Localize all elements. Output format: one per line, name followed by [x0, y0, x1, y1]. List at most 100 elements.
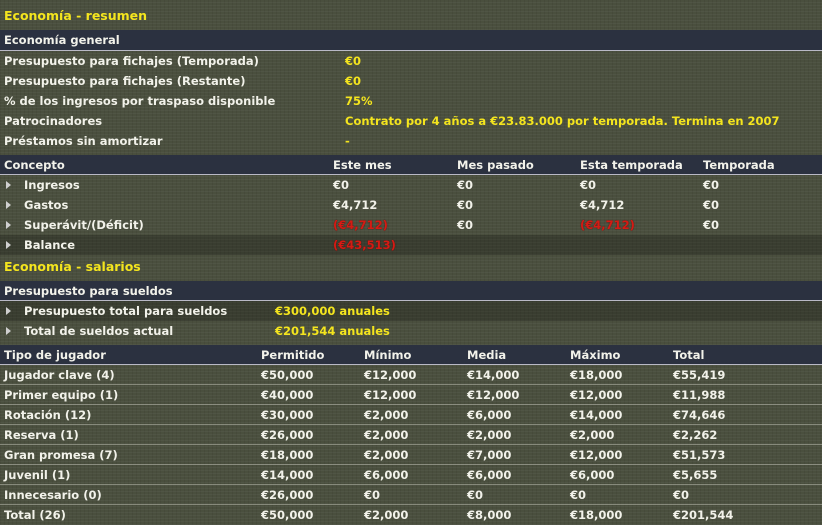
player-cell: €2,000: [467, 428, 512, 442]
concept-cell: €0: [580, 178, 597, 192]
general-row-value: -: [345, 134, 350, 148]
concept-label: Balance: [24, 238, 76, 252]
player-row: Primer equipo (1) €40,000 €12,000 €12,00…: [0, 385, 822, 405]
expand-arrow-icon[interactable]: [6, 201, 11, 209]
expand-arrow-icon[interactable]: [6, 241, 11, 249]
general-row: Presupuesto para fichajes (Restante) €0: [0, 71, 822, 91]
player-cell: €7,000: [467, 448, 512, 462]
player-cell: €6,000: [467, 408, 512, 422]
general-row-label: % de los ingresos por traspaso disponibl…: [4, 94, 276, 108]
general-row: Préstamos sin amortizar -: [0, 131, 822, 151]
player-type: Innecesario (0): [4, 488, 102, 502]
player-cell: €2,000: [364, 408, 409, 422]
player-cell: €26,000: [261, 488, 314, 502]
general-row-label: Préstamos sin amortizar: [4, 134, 163, 148]
col-header-min: Mínimo: [364, 348, 412, 362]
player-cell: €12,000: [364, 368, 417, 382]
economy-salaries-title: Economía - salarios: [4, 258, 141, 274]
player-cell: €6,000: [570, 468, 615, 482]
expand-arrow-icon[interactable]: [6, 181, 11, 189]
general-row: % de los ingresos por traspaso disponibl…: [0, 91, 822, 111]
player-type: Primer equipo (1): [4, 388, 119, 402]
player-cell: €12,000: [364, 388, 417, 402]
col-header-this-month: Este mes: [333, 158, 392, 172]
concept-row-superavit[interactable]: Superávit/(Déficit) (€4,712) €0 (€4,712)…: [0, 215, 822, 235]
concept-cell-negative: (€4,712): [333, 218, 388, 232]
col-header-allowed: Permitido: [261, 348, 325, 362]
budget-row-total[interactable]: Presupuesto total para sueldos €300,000 …: [0, 301, 822, 321]
general-row-label: Presupuesto para fichajes (Restante): [4, 74, 246, 88]
player-row: Jugador clave (4) €50,000 €12,000 €14,00…: [0, 365, 822, 385]
general-row-value: 75%: [345, 94, 373, 108]
player-cell: €55,419: [673, 368, 726, 382]
expand-arrow-icon[interactable]: [6, 221, 11, 229]
player-cell: €30,000: [261, 408, 314, 422]
concept-label: Ingresos: [24, 178, 80, 192]
player-cell: €2,000: [364, 448, 409, 462]
concept-cell: €4,712: [580, 198, 625, 212]
col-header-total: Total: [673, 348, 705, 362]
budget-row-current[interactable]: Total de sueldos actual €201,544 anuales: [0, 321, 822, 341]
balance-value: (€43,513): [333, 238, 396, 252]
concept-cell: €0: [457, 198, 474, 212]
salary-budget-label: Presupuesto para sueldos: [4, 284, 173, 298]
player-type: Reserva (1): [4, 428, 79, 442]
player-type: Gran promesa (7): [4, 448, 118, 462]
concept-row-balance[interactable]: Balance (€43,513): [0, 235, 822, 255]
concept-row-gastos[interactable]: Gastos €4,712 €0 €4,712 €0: [0, 195, 822, 215]
general-row-value: €0: [345, 74, 362, 88]
col-header-concept: Concepto: [4, 158, 65, 172]
player-cell: €2,000: [364, 508, 409, 522]
player-row: Innecesario (0) €26,000 €0 €0 €0 €0: [0, 485, 822, 505]
player-cell: €5,655: [673, 468, 718, 482]
player-cell: €11,988: [673, 388, 726, 402]
col-header-season: Temporada: [703, 158, 775, 172]
concept-row-ingresos[interactable]: Ingresos €0 €0 €0 €0: [0, 175, 822, 195]
player-cell: €18,000: [261, 448, 314, 462]
player-cell: €201,544: [673, 508, 734, 522]
player-cell: €6,000: [467, 468, 512, 482]
general-row-label: Patrocinadores: [4, 114, 103, 128]
players-table-header: Tipo de jugador Permitido Mínimo Media M…: [0, 345, 822, 365]
economy-summary-title: Economía - resumen: [4, 7, 148, 23]
col-header-last-month: Mes pasado: [457, 158, 534, 172]
player-cell: €50,000: [261, 368, 314, 382]
concept-cell: €0: [703, 218, 720, 232]
expand-arrow-icon[interactable]: [6, 327, 11, 335]
player-row: Rotación (12) €30,000 €2,000 €6,000 €14,…: [0, 405, 822, 425]
general-row: Presupuesto para fichajes (Temporada) €0: [0, 51, 822, 71]
general-row: Patrocinadores Contrato por 4 años a €23…: [0, 111, 822, 131]
budget-value: €201,544 anuales: [275, 324, 390, 338]
player-cell: €0: [570, 488, 587, 502]
player-cell: €14,000: [261, 468, 314, 482]
general-row-value: €0: [345, 54, 362, 68]
concept-cell-negative: (€4,712): [580, 218, 635, 232]
player-cell: €50,000: [261, 508, 314, 522]
concept-table-header: Concepto Este mes Mes pasado Esta tempor…: [0, 155, 822, 175]
expand-arrow-icon[interactable]: [6, 307, 11, 315]
player-cell: €2,000: [570, 428, 615, 442]
general-row-label: Presupuesto para fichajes (Temporada): [4, 54, 259, 68]
player-cell: €6,000: [364, 468, 409, 482]
concept-cell: €0: [457, 218, 474, 232]
player-type: Total (26): [4, 508, 66, 522]
concept-label: Gastos: [24, 198, 69, 212]
col-header-this-season: Esta temporada: [580, 158, 683, 172]
concept-cell: €0: [703, 198, 720, 212]
player-cell: €12,000: [570, 388, 623, 402]
player-row: Juvenil (1) €14,000 €6,000 €6,000 €6,000…: [0, 465, 822, 485]
col-header-avg: Media: [467, 348, 507, 362]
col-header-max: Máximo: [570, 348, 621, 362]
player-cell: €74,646: [673, 408, 726, 422]
player-cell: €26,000: [261, 428, 314, 442]
salary-budget-header: Presupuesto para sueldos: [0, 281, 822, 301]
player-cell: €8,000: [467, 508, 512, 522]
player-type: Juvenil (1): [4, 468, 71, 482]
player-cell: €0: [364, 488, 381, 502]
player-cell: €18,000: [570, 368, 623, 382]
general-economy-label: Economía general: [4, 33, 120, 47]
player-cell: €0: [673, 488, 690, 502]
concept-label: Superávit/(Déficit): [24, 218, 144, 232]
player-row: Gran promesa (7) €18,000 €2,000 €7,000 €…: [0, 445, 822, 465]
player-cell: €2,262: [673, 428, 718, 442]
